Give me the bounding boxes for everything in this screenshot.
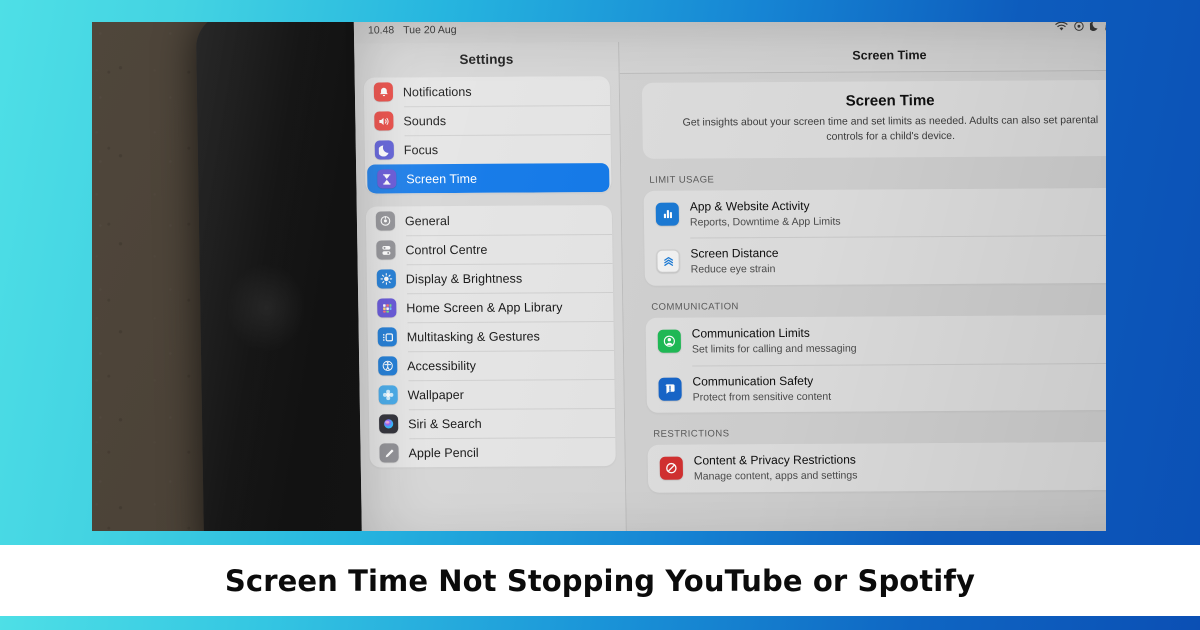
ipad-device: 10.48 Tue 20 Aug Settings Notifications … <box>195 22 1106 531</box>
home-screen-grid-icon <box>377 298 397 318</box>
headphones-icon <box>1105 22 1106 31</box>
sidebar-item-apple-pencil[interactable]: Apple Pencil <box>369 437 615 467</box>
notifications-bell-icon <box>373 82 394 102</box>
row-text: App & Website Activity Reports, Downtime… <box>690 195 1106 230</box>
sidebar-item-label: Control Centre <box>405 242 488 257</box>
communication-safety-bubble-icon <box>658 377 682 401</box>
sidebar-item-label: Siri & Search <box>408 416 482 431</box>
sidebar-group-1: Notifications Sounds Focus Screen Time <box>363 76 612 194</box>
sidebar-item-label: Sounds <box>403 113 447 128</box>
row-app-website-activity[interactable]: App & Website Activity Reports, Downtime… <box>643 188 1106 239</box>
row-subtitle: Set limits for calling and messaging <box>691 342 857 356</box>
sidebar-item-label: General <box>404 213 450 228</box>
section-card-communication: Communication Limits Set limits for call… <box>645 314 1106 414</box>
control-centre-icon <box>1074 22 1084 31</box>
row-title: Screen Distance <box>690 246 779 262</box>
multitasking-icon <box>377 327 397 347</box>
sidebar-item-accessibility[interactable]: Accessibility <box>368 350 614 380</box>
screen-time-hero: Screen Time Get insights about your scre… <box>641 79 1106 159</box>
ipad-screen: 10.48 Tue 20 Aug Settings Notifications … <box>353 22 1106 531</box>
sidebar-item-focus[interactable]: Focus <box>365 134 611 164</box>
sidebar-item-display-brightness[interactable]: Display & Brightness <box>367 263 613 293</box>
sidebar-group-2: General Control Centre Display & Brightn… <box>365 205 616 468</box>
sidebar-item-label: Notifications <box>402 84 472 99</box>
row-communication-limits[interactable]: Communication Limits Set limits for call… <box>645 315 1106 366</box>
row-communication-safety[interactable]: Communication Safety Protect from sensit… <box>646 363 1106 414</box>
brightness-sun-icon <box>376 269 396 289</box>
row-title: Communication Limits <box>691 325 810 341</box>
apple-pencil-icon <box>379 443 399 463</box>
detail-scroll[interactable]: Screen Time Get insights about your scre… <box>620 79 1106 493</box>
row-text: Communication Safety Protect from sensit… <box>692 370 1106 405</box>
row-screen-distance[interactable]: Screen Distance Reduce eye strain › <box>644 235 1106 286</box>
row-title: Content & Privacy Restrictions <box>693 452 856 468</box>
communication-limits-person-icon <box>657 329 682 353</box>
sidebar-item-multitasking-gestures[interactable]: Multitasking & Gestures <box>368 321 614 351</box>
row-subtitle: Manage content, apps and settings <box>693 469 858 483</box>
status-date: Tue 20 Aug <box>403 23 457 37</box>
general-gear-icon <box>375 211 396 231</box>
section-card-limit-usage: App & Website Activity Reports, Downtime… <box>643 187 1106 286</box>
hero-heading: Screen Time <box>845 92 935 110</box>
row-text: Communication Limits Set limits for call… <box>692 322 1106 357</box>
settings-sidebar: Settings Notifications Sounds Focus Scre… <box>354 41 628 531</box>
row-subtitle: Reduce eye strain <box>690 263 776 277</box>
screen-distance-chevrons-icon <box>656 249 680 274</box>
focus-moon-icon <box>1089 22 1099 31</box>
sidebar-item-siri-search[interactable]: Siri & Search <box>369 408 615 438</box>
sidebar-item-label: Focus <box>403 142 439 157</box>
row-subtitle: Protect from sensitive content <box>692 390 832 404</box>
siri-orb-icon <box>378 414 399 434</box>
status-time: 10.48 <box>367 24 395 37</box>
sidebar-item-label: Multitasking & Gestures <box>406 328 541 344</box>
sidebar-item-label: Screen Time <box>406 171 478 186</box>
sidebar-title: Settings <box>459 51 514 67</box>
sidebar-item-label: Accessibility <box>407 358 477 373</box>
sidebar-item-label: Wallpaper <box>407 387 465 402</box>
control-centre-icon <box>376 240 396 260</box>
sidebar-item-screen-time[interactable]: Screen Time <box>367 163 610 194</box>
sidebar-item-home-screen-app-library[interactable]: Home Screen & App Library <box>367 292 613 322</box>
sidebar-item-label: Home Screen & App Library <box>406 299 563 315</box>
focus-moon-icon <box>374 140 394 160</box>
sidebar-item-label: Apple Pencil <box>408 445 479 460</box>
ipad-photo: 10.48 Tue 20 Aug Settings Notifications … <box>92 22 1106 531</box>
row-text: Screen Distance Reduce eye strain <box>690 242 1106 277</box>
caption-title: Screen Time Not Stopping YouTube or Spot… <box>224 563 976 598</box>
sidebar-scroll[interactable]: Notifications Sounds Focus Screen Time G… <box>355 76 625 481</box>
wallpaper-flower-icon <box>378 385 398 405</box>
sidebar-item-label: Display & Brightness <box>405 271 523 286</box>
sidebar-item-control-centre[interactable]: Control Centre <box>366 234 612 264</box>
caption-band: Screen Time Not Stopping YouTube or Spot… <box>0 545 1200 616</box>
row-text: Content & Privacy Restrictions Manage co… <box>694 449 1106 484</box>
sounds-speaker-icon <box>374 111 394 131</box>
sidebar-item-notifications[interactable]: Notifications <box>364 76 610 106</box>
bar-chart-icon <box>655 202 680 226</box>
sidebar-item-sounds[interactable]: Sounds <box>364 105 610 135</box>
row-title: Communication Safety <box>692 373 814 389</box>
wifi-icon <box>1055 22 1068 31</box>
hero-description: Get insights about your screen time and … <box>682 114 1099 143</box>
row-subtitle: Reports, Downtime & App Limits <box>689 215 841 229</box>
screen-time-detail-pane: Screen Time Screen Time Get insights abo… <box>619 38 1106 531</box>
accessibility-icon <box>378 356 398 376</box>
row-title: App & Website Activity <box>689 198 810 214</box>
detail-nav-title: Screen Time <box>619 38 1106 74</box>
sidebar-item-wallpaper[interactable]: Wallpaper <box>368 379 614 409</box>
section-card-restrictions: Content & Privacy Restrictions Manage co… <box>647 442 1106 493</box>
screen-time-hourglass-icon <box>377 169 397 189</box>
restrictions-prohibition-icon <box>659 456 684 480</box>
bottom-accent-strip <box>0 616 1200 630</box>
row-content-privacy-restrictions[interactable]: Content & Privacy Restrictions Manage co… <box>647 442 1106 493</box>
sidebar-item-general[interactable]: General <box>366 205 612 235</box>
